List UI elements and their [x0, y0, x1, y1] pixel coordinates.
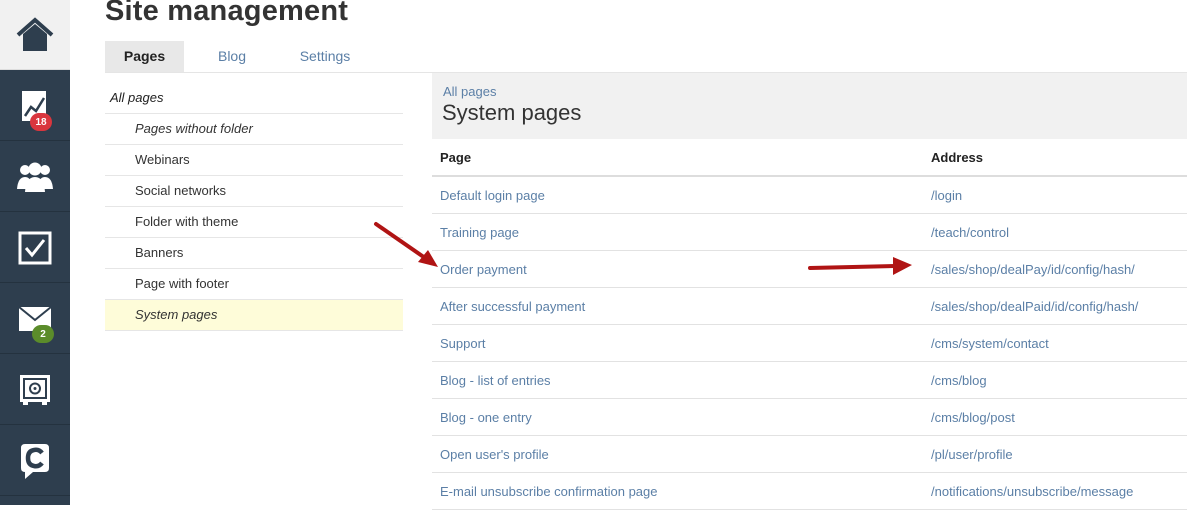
home-nav-item[interactable] — [0, 0, 70, 70]
address-link[interactable]: /login — [923, 176, 1187, 214]
safe-icon — [20, 374, 50, 405]
page-link[interactable]: Blog - list of entries — [432, 361, 923, 399]
tree-item-folder-with-theme[interactable]: Folder with theme — [105, 207, 403, 238]
tree-item-banners[interactable]: Banners — [105, 238, 403, 269]
tree-item-page-with-footer[interactable]: Page with footer — [105, 269, 403, 300]
table-header-row: Page Address — [432, 139, 1187, 177]
page-link[interactable]: After successful payment — [432, 287, 923, 325]
tree-item-system-pages[interactable]: System pages — [105, 300, 403, 331]
left-nav-rail: 18 2 — [0, 0, 70, 505]
getcourse-nav-item[interactable] — [0, 426, 70, 496]
logo-icon — [21, 443, 49, 479]
table-row: Support/cms/system/contact — [432, 324, 1187, 362]
page-link[interactable]: Open user's profile — [432, 435, 923, 473]
table-row: Training page/teach/control — [432, 213, 1187, 251]
address-link[interactable]: /cms/blog/post — [923, 398, 1187, 436]
page-link[interactable]: E-mail unsubscribe confirmation page — [432, 472, 923, 510]
tree-item-social-networks[interactable]: Social networks — [105, 176, 403, 207]
tasks-nav-item[interactable] — [0, 213, 70, 283]
messages-nav-item[interactable]: 2 — [0, 284, 70, 354]
column-header-address: Address — [923, 139, 1187, 177]
tree-item-all-pages[interactable]: All pages — [105, 83, 403, 114]
page-link[interactable]: Order payment — [432, 250, 923, 288]
tree-item-webinars[interactable]: Webinars — [105, 145, 403, 176]
content-header: All pages System pages — [432, 73, 1187, 139]
column-header-page: Page — [432, 139, 923, 177]
notification-badge: 18 — [30, 113, 52, 131]
address-link[interactable]: /notifications/unsubscribe/message — [923, 472, 1187, 510]
table-row: Blog - one entry/cms/blog/post — [432, 398, 1187, 436]
page-link[interactable]: Training page — [432, 213, 923, 251]
page-title: Site management — [105, 0, 349, 27]
table-row: Default login page/login — [432, 176, 1187, 214]
table-row: E-mail unsubscribe confirmation page/not… — [432, 472, 1187, 510]
home-icon — [16, 16, 54, 51]
users-icon — [17, 162, 53, 192]
folder-tree: All pages Pages without folder Webinars … — [105, 83, 403, 331]
tab-bar: Pages Blog Settings — [105, 41, 370, 72]
table-row: After successful payment/sales/shop/deal… — [432, 287, 1187, 325]
tab-blog[interactable]: Blog — [184, 41, 280, 72]
tree-item-pages-without-folder[interactable]: Pages without folder — [105, 114, 403, 145]
page-link[interactable]: Blog - one entry — [432, 398, 923, 436]
address-link[interactable]: /sales/shop/dealPaid/id/config/hash/ — [923, 287, 1187, 325]
section-title: System pages — [442, 100, 582, 125]
tab-pages[interactable]: Pages — [105, 41, 184, 72]
tab-settings[interactable]: Settings — [280, 41, 370, 72]
checkbox-icon — [18, 231, 52, 264]
page-link[interactable]: Support — [432, 324, 923, 362]
table-row: Order payment/sales/shop/dealPay/id/conf… — [432, 250, 1187, 288]
address-link[interactable]: /sales/shop/dealPay/id/config/hash/ — [923, 250, 1187, 288]
address-link[interactable]: /pl/user/profile — [923, 435, 1187, 473]
address-link[interactable]: /teach/control — [923, 213, 1187, 251]
sales-nav-item[interactable]: 18 — [0, 71, 70, 141]
breadcrumb[interactable]: All pages — [443, 84, 496, 99]
users-nav-item[interactable] — [0, 142, 70, 212]
notification-badge: 2 — [32, 325, 54, 343]
table-row: Blog - list of entries/cms/blog — [432, 361, 1187, 399]
system-pages-table: Page Address Default login page/login Tr… — [432, 139, 1187, 510]
safe-nav-item[interactable] — [0, 355, 70, 425]
address-link[interactable]: /cms/blog — [923, 361, 1187, 399]
address-link[interactable]: /cms/system/contact — [923, 324, 1187, 362]
table-row: Open user's profile/pl/user/profile — [432, 435, 1187, 473]
page-link[interactable]: Default login page — [432, 176, 923, 214]
